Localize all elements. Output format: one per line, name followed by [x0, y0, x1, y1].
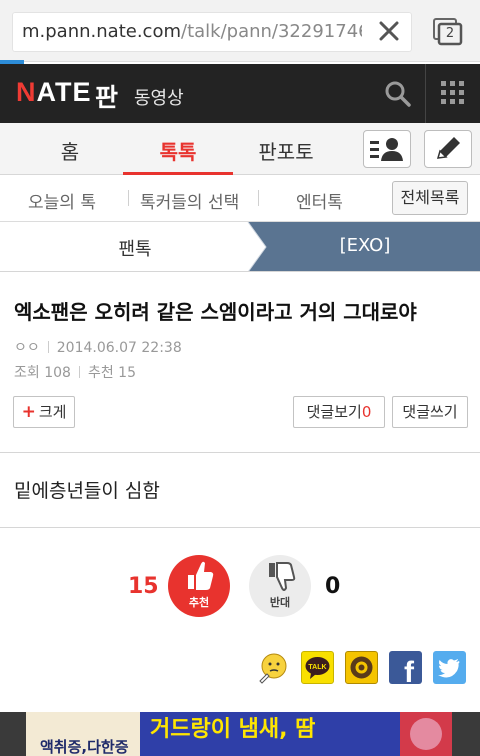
comment-count: 0: [361, 403, 372, 421]
site-header: NATE 판 동영상: [0, 64, 480, 123]
facebook-letter: f: [404, 656, 415, 684]
view-comments-label: 댓글보기: [306, 403, 362, 421]
pencil-icon: [436, 137, 460, 159]
kakaotalk-label: TALK: [308, 664, 326, 671]
meta-separator: [78, 366, 80, 378]
sub-tabs: 오늘의 톡 톡커들의 선택 엔터톡 전체목록: [0, 175, 480, 222]
meta-separator: [47, 341, 49, 353]
apps-grid-icon[interactable]: [441, 81, 465, 105]
tab-home[interactable]: 홈: [45, 136, 95, 165]
subtab-separator: [258, 190, 259, 206]
url-path: /talk/pann/322917467?currMe: [181, 21, 362, 42]
twitter-bird-icon: [438, 659, 460, 678]
article-title: 엑소팬은 오히려 같은 스엠이라고 거의 그대로야: [14, 300, 417, 324]
oppose-vote-count: 0: [325, 574, 341, 599]
main-tabs: 홈 톡톡 판포토: [0, 123, 480, 175]
url-text[interactable]: m.pann.nate.com/talk/pann/322917467?curr…: [22, 21, 362, 42]
pann-label[interactable]: 판: [95, 78, 118, 114]
enlarge-label: 크게: [38, 403, 67, 421]
tab-count: 2: [445, 26, 455, 41]
view-comments-button[interactable]: 댓글보기0: [293, 396, 385, 428]
twitter-share-button[interactable]: [433, 651, 466, 684]
recommend-label: 추천: [87, 365, 114, 381]
thumbs-down-icon: [269, 562, 296, 591]
ad-image: 액취증,다한증 거드랑이 냄새, 땀: [0, 712, 480, 756]
facebook-icon: f: [404, 656, 415, 689]
article-body: 밑에층년들이 심함: [14, 480, 160, 502]
url-field[interactable]: m.pann.nate.com/talk/pann/322917467?curr…: [12, 12, 412, 52]
subtab-enter-talk[interactable]: 엔터톡: [296, 188, 343, 213]
thumbs-up-icon: [188, 561, 214, 590]
post-date: 2014.06.07 22:38: [56, 340, 182, 356]
category-bar: 팬톡 [EXO]: [0, 222, 480, 272]
all-list-button[interactable]: 전체목록: [392, 181, 468, 215]
category-fantalk[interactable]: 팬톡: [70, 235, 200, 261]
subtab-separator: [128, 190, 129, 206]
ad-line1: 거드랑이 냄새, 땀: [150, 717, 315, 742]
kakaotalk-icon: TALK: [305, 657, 330, 679]
ad-line2: 액취증,다한증: [40, 738, 129, 756]
my-menu-button[interactable]: [363, 130, 411, 168]
logo-rest: ATE: [36, 77, 92, 107]
ad-banner[interactable]: 액취증,다한증 거드랑이 냄새, 땀: [0, 712, 480, 756]
subtab-talker-choice[interactable]: 톡커들의 선택: [140, 188, 239, 213]
search-icon[interactable]: [384, 80, 412, 108]
close-icon[interactable]: [374, 16, 404, 46]
enlarge-text-button[interactable]: + 크게: [13, 396, 75, 428]
category-exo[interactable]: [EXO]: [300, 235, 430, 256]
video-link[interactable]: 동영상: [134, 84, 184, 110]
write-button[interactable]: [424, 130, 472, 168]
write-comment-button[interactable]: 댓글쓰기: [392, 396, 468, 428]
reaction-emoji-button[interactable]: [257, 651, 290, 684]
thinking-emoji-icon: [259, 653, 287, 684]
recommend-count: 15: [118, 365, 136, 381]
user-list-icon: [370, 138, 403, 161]
recommend-button[interactable]: 추천: [168, 555, 230, 617]
kakaostory-icon: [350, 656, 373, 679]
views-count: 108: [44, 365, 71, 381]
recommend-label: 추천: [188, 596, 210, 609]
oppose-button[interactable]: 반대: [249, 555, 311, 617]
header-divider: [425, 64, 426, 123]
url-host: m.pann.nate.com: [22, 21, 181, 42]
article-author-date: ㅇㅇ 2014.06.07 22:38: [14, 337, 182, 357]
divider: [0, 452, 480, 453]
views-label: 조회: [14, 365, 40, 381]
nate-logo[interactable]: NATE: [16, 77, 92, 108]
kakaotalk-share-button[interactable]: TALK: [301, 651, 334, 684]
logo-first-letter: N: [16, 77, 37, 107]
tab-pann-photo[interactable]: 판포토: [250, 136, 322, 165]
kakaostory-share-button[interactable]: [345, 651, 378, 684]
article-stats: 조회 108 추천 15: [14, 362, 136, 382]
recommend-vote-count: 15: [128, 574, 159, 599]
subtab-today-talk[interactable]: 오늘의 톡: [28, 188, 96, 213]
divider: [0, 527, 480, 528]
author-name: ㅇㅇ: [14, 340, 40, 356]
oppose-label: 반대: [269, 596, 291, 609]
facebook-share-button[interactable]: f: [389, 651, 422, 689]
tab-toktok[interactable]: 톡톡: [140, 136, 216, 165]
browser-toolbar: m.pann.nate.com/talk/pann/322917467?curr…: [0, 0, 480, 64]
plus-icon: +: [21, 402, 36, 422]
